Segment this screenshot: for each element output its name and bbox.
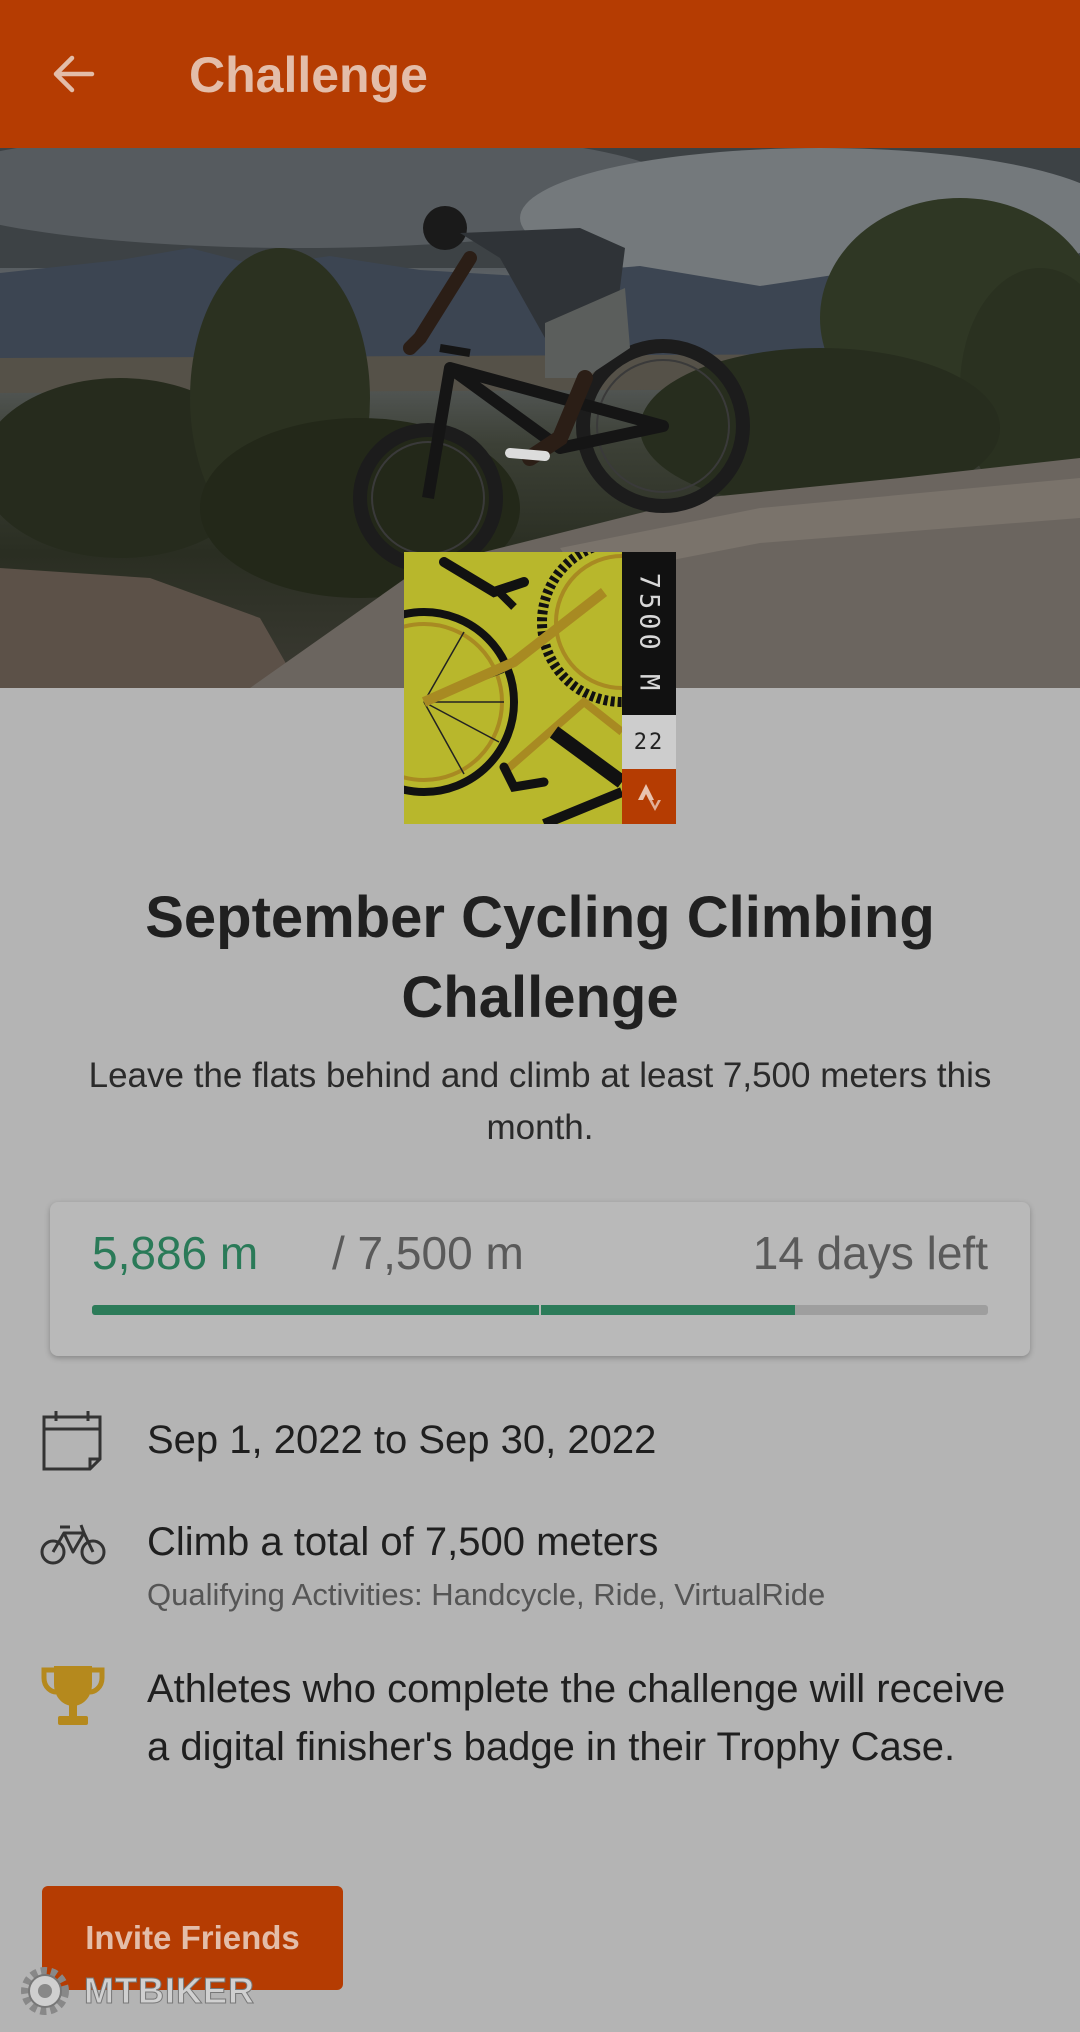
progress-bar-fill (92, 1305, 796, 1315)
trophy-icon (41, 1666, 105, 1725)
gear-icon (21, 1967, 69, 2015)
reward-text: Athletes who complete the challenge will… (147, 1667, 1006, 1769)
challenge-title: September Cycling Climbing Challenge (145, 885, 935, 1030)
challenge-description: Leave the flats behind and climb at leas… (88, 1056, 992, 1147)
back-button[interactable] (44, 44, 104, 104)
badge-strip: 7500 M 22 (622, 552, 676, 824)
progress-card: 5,886 m / 7,500 m 14 days left (50, 1202, 1030, 1356)
challenge-dates: Sep 1, 2022 to Sep 30, 2022 (147, 1418, 657, 1462)
bike-icon (40, 1524, 106, 1565)
badge-distance: 7500 M (633, 572, 665, 695)
progress-bar-midpoint (539, 1305, 541, 1315)
progress-current: 5,886 m (92, 1227, 259, 1279)
progress-target: / 7,500 m (332, 1227, 524, 1279)
watermark: MTBIKER (14, 1958, 255, 2024)
days-left: 14 days left (752, 1227, 988, 1279)
arrow-left-icon (53, 55, 95, 93)
app-bar: Challenge (0, 0, 1080, 148)
watermark-text: MTBIKER (84, 1970, 255, 2012)
calendar-icon (42, 1411, 102, 1471)
page-title: Challenge (189, 47, 428, 103)
progress-bar (92, 1305, 988, 1315)
strava-logo-icon (622, 769, 676, 824)
qualifying-activities: Qualifying Activities: Handcycle, Ride, … (147, 1577, 826, 1612)
reward-row: Athletes who complete the challenge will… (0, 1660, 1080, 1840)
date-row: Sep 1, 2022 to Sep 30, 2022 (0, 1405, 1080, 1475)
goal-row: Climb a total of 7,500 meters Qualifying… (0, 1513, 1080, 1623)
challenge-badge: 7500 M 22 (404, 552, 676, 824)
challenge-goal: Climb a total of 7,500 meters (147, 1520, 659, 1564)
badge-year: 22 (622, 715, 676, 769)
